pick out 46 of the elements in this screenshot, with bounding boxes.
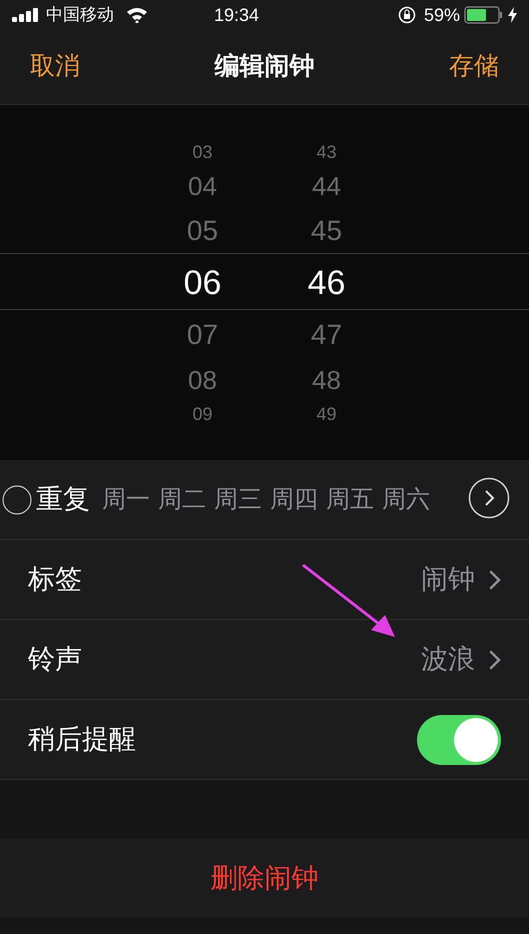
- signal-icon: [12, 8, 40, 22]
- row-label: 重复: [36, 483, 90, 516]
- picker-value[interactable]: 43: [316, 142, 337, 160]
- picker-value[interactable]: 03: [192, 142, 213, 160]
- weekday-label: 周三: [214, 484, 262, 514]
- clock-time: 19:34: [214, 4, 260, 26]
- carrier-name: 中国移动: [46, 4, 114, 26]
- picker-value[interactable]: 07: [186, 320, 218, 348]
- weekday-label: 周二: [158, 484, 206, 514]
- picker-value[interactable]: 47: [310, 320, 342, 348]
- scroll-left-icon[interactable]: [2, 485, 32, 515]
- battery-percent: 59%: [424, 4, 460, 26]
- chevron-right-icon: [489, 570, 501, 590]
- rotation-lock-icon: [398, 6, 416, 24]
- settings-row[interactable]: 标签 闹钟: [0, 540, 529, 620]
- weekday-label: 周四: [270, 484, 318, 514]
- cancel-button[interactable]: 取消: [30, 48, 80, 86]
- weekday-label: 周六: [382, 484, 430, 514]
- picker-value[interactable]: 09: [192, 404, 213, 422]
- picker-value[interactable]: 06: [184, 266, 222, 300]
- picker-value[interactable]: 44: [312, 172, 341, 198]
- weekday-label: 周五: [326, 484, 374, 514]
- battery-icon: [464, 6, 504, 24]
- wifi-icon: [126, 7, 148, 23]
- page-title: 编辑闹钟: [214, 51, 314, 82]
- picker-value[interactable]: 49: [316, 404, 337, 422]
- row-value: 波浪: [421, 643, 475, 676]
- delete-alarm-button[interactable]: 删除闹钟: [210, 858, 318, 898]
- charging-bolt-icon: [508, 7, 517, 23]
- picker-value[interactable]: 46: [308, 266, 346, 300]
- picker-value[interactable]: 48: [312, 366, 341, 392]
- row-label: 铃声: [28, 643, 82, 676]
- save-button[interactable]: 存储: [449, 48, 499, 86]
- chevron-right-icon: [489, 650, 501, 670]
- settings-row[interactable]: 稍后提醒: [0, 700, 529, 780]
- picker-value[interactable]: 04: [188, 172, 217, 198]
- snooze-toggle[interactable]: [417, 714, 501, 764]
- row-label: 标签: [28, 563, 82, 596]
- row-value: 闹钟: [421, 563, 475, 596]
- scroll-right-icon[interactable]: [468, 477, 510, 519]
- picker-value[interactable]: 45: [310, 216, 342, 244]
- picker-value[interactable]: 05: [186, 216, 218, 244]
- picker-value[interactable]: 08: [188, 366, 217, 392]
- weekday-label: 周一: [102, 484, 150, 514]
- row-label: 稍后提醒: [28, 723, 136, 756]
- settings-row[interactable]: 重复 周一 周二 周三 周四 周五 周六: [0, 460, 529, 540]
